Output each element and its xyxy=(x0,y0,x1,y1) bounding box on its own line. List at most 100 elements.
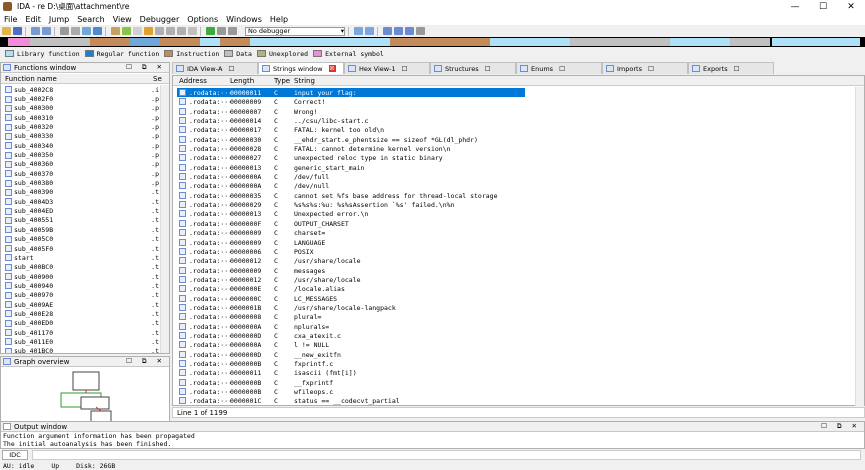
string-row[interactable]: .rodata:··· 0000000A C/dev/full xyxy=(173,172,855,181)
string-row[interactable]: .rodata:··· 00000009 Cmessages xyxy=(173,266,855,275)
menu-windows[interactable]: Windows xyxy=(222,15,266,24)
string-row[interactable]: .rodata:··· 00000027 Cunexpected reloc typ… xyxy=(173,153,855,162)
close-button[interactable]: ✕ xyxy=(837,0,865,13)
function-row[interactable]: sub_4009AE .t xyxy=(1,300,161,309)
tab-ida-view-a[interactable]: IDA View-A ☐ xyxy=(172,62,258,74)
find-icon[interactable] xyxy=(71,27,80,35)
string-row[interactable]: .rodata:··· 00000006 C POSIX xyxy=(173,247,855,256)
strings-scrollbar[interactable] xyxy=(855,87,864,406)
string-row[interactable]: .rodata:··· 00000035 Ccannot set %fs base … xyxy=(173,191,855,200)
functions-scrollbar[interactable] xyxy=(160,85,169,353)
function-row[interactable]: sub_4005C0 .t xyxy=(1,235,161,244)
code-icon[interactable] xyxy=(111,27,120,35)
function-row[interactable]: sub_400940 .t xyxy=(1,281,161,290)
menu-view[interactable]: View xyxy=(109,15,136,24)
pause-icon[interactable] xyxy=(217,27,226,35)
tab-enums[interactable]: Enums ☐ xyxy=(516,62,602,74)
string-row[interactable]: .rodata:··· 00000029 C %s%s%s:%u: %s%sAsser… xyxy=(173,200,855,209)
tab-close-icon[interactable]: ☐ xyxy=(228,65,234,73)
function-row[interactable]: sub_400330 .p xyxy=(1,132,161,141)
function-row[interactable]: sub_400551 .t xyxy=(1,216,161,225)
idc-button[interactable]: IDC xyxy=(2,450,28,460)
function-row[interactable]: sub_4011E0 .t xyxy=(1,337,161,346)
debugger-select[interactable]: No debugger ▾ xyxy=(245,26,345,36)
string-row[interactable]: .rodata:··· 00000011 Cisascii (fmt[i]) xyxy=(173,368,855,377)
functions-header[interactable]: Function name Se xyxy=(1,74,169,84)
tab-close-icon[interactable]: ☐ xyxy=(648,65,654,73)
function-row[interactable]: sub_4002C8 .i xyxy=(1,85,161,94)
run-icon[interactable] xyxy=(206,27,215,35)
graph-overview-canvas[interactable] xyxy=(1,367,169,424)
col-type[interactable]: Type xyxy=(274,77,290,85)
string-row[interactable]: .rodata:··· 00000017 C FATAL: kernel too ol… xyxy=(173,125,855,134)
strings-header[interactable]: Address Length Type String xyxy=(173,76,864,86)
menu-debugger[interactable]: Debugger xyxy=(136,15,184,24)
tab-imports[interactable]: Imports ☐ xyxy=(602,62,688,74)
string-row[interactable]: .rodata:··· 00000011 Cinput your flag: xyxy=(173,88,855,98)
string-row[interactable]: .rodata:··· 00000009 C Correct! xyxy=(173,97,855,106)
forward-icon[interactable] xyxy=(42,27,51,35)
col-function-name[interactable]: Function name xyxy=(5,75,57,83)
string-row[interactable]: .rodata:··· 00000028 C FATAL: cannot determ… xyxy=(173,144,855,153)
function-row[interactable]: sub_400310 .p xyxy=(1,113,161,122)
function-row[interactable]: sub_400BC0 .t xyxy=(1,263,161,272)
function-row[interactable]: sub_400350 .p xyxy=(1,150,161,159)
string-row[interactable]: .rodata:··· 0000000A Cl != NULL xyxy=(173,340,855,349)
function-row[interactable]: sub_400E28 .t xyxy=(1,309,161,318)
undefine-icon[interactable] xyxy=(133,27,142,35)
menu-options[interactable]: Options xyxy=(183,15,222,24)
binary-search-icon[interactable] xyxy=(93,27,102,35)
col-string[interactable]: String xyxy=(294,77,315,85)
function-row[interactable]: sub_40059B .t xyxy=(1,225,161,234)
tab-structures[interactable]: Structures ☐ xyxy=(430,62,516,74)
pane-buttons[interactable]: ☐ ⧉ ✕ xyxy=(821,422,861,431)
function-row[interactable]: sub_400900 .t xyxy=(1,272,161,281)
function-row[interactable]: sub_400300 .p xyxy=(1,104,161,113)
string-row[interactable]: .rodata:··· 0000000D Ccxa_atexit.c xyxy=(173,331,855,340)
string-row[interactable]: .rodata:··· 00000012 C/usr/share/locale xyxy=(173,275,855,284)
string-row[interactable]: .rodata:··· 00000009 Ccharset= xyxy=(173,228,855,237)
stop-icon[interactable] xyxy=(228,27,237,35)
tab-close-icon[interactable]: ☐ xyxy=(485,65,491,73)
function-row[interactable]: sub_400370 .p xyxy=(1,169,161,178)
string-row[interactable]: .rodata:··· 0000001C Cstatus == __codecvt_… xyxy=(173,396,855,405)
tab-exports[interactable]: Exports ☐ xyxy=(688,62,774,74)
menu-search[interactable]: Search xyxy=(73,15,108,24)
menu-file[interactable]: File xyxy=(0,15,21,24)
string-row[interactable]: .rodata:··· 00000012 C/usr/share/locale xyxy=(173,256,855,265)
function-row[interactable]: sub_4004ED .t xyxy=(1,206,161,215)
function-row[interactable]: start .t xyxy=(1,253,161,262)
string-row[interactable]: .rodata:··· 0000001B C/usr/share/locale-la… xyxy=(173,303,855,312)
graph-icon[interactable] xyxy=(383,27,392,35)
function-row[interactable]: sub_400340 .p xyxy=(1,141,161,150)
open-file-icon[interactable] xyxy=(2,27,11,35)
function-row[interactable]: sub_400320 .p xyxy=(1,122,161,131)
function-row[interactable]: sub_400970 .t xyxy=(1,291,161,300)
navigation-band[interactable] xyxy=(0,37,865,47)
data-icon[interactable] xyxy=(122,27,131,35)
function-icon[interactable] xyxy=(144,27,153,35)
struct-icon[interactable] xyxy=(166,27,175,35)
function-row[interactable]: sub_4005F0 .t xyxy=(1,244,161,253)
tab-strings-window[interactable]: Strings window ☒ xyxy=(258,62,344,74)
function-row[interactable]: sub_400380 .p xyxy=(1,178,161,187)
tab-close-icon[interactable]: ☐ xyxy=(559,65,565,73)
array-icon[interactable] xyxy=(155,27,164,35)
function-row[interactable]: sub_401BC0 .t xyxy=(1,347,161,353)
menu-edit[interactable]: Edit xyxy=(21,15,45,24)
pane-buttons[interactable]: ☐ ⧉ ✕ xyxy=(126,357,166,366)
string-row[interactable]: .rodata:··· 00000014 C ../csu/libc-start.c xyxy=(173,116,855,125)
copy-icon[interactable] xyxy=(60,27,69,35)
string-row[interactable]: .rodata:··· 0000000B Cwfileops.c xyxy=(173,387,855,396)
back-icon[interactable] xyxy=(31,27,40,35)
string-row[interactable]: .rodata:··· 0000000A C/dev/null xyxy=(173,181,855,190)
text-search-icon[interactable] xyxy=(82,27,91,35)
tracing-icon[interactable] xyxy=(365,27,374,35)
string-row[interactable]: .rodata:··· 00000030 C __ehdr_start.e_phent… xyxy=(173,135,855,144)
menu-help[interactable]: Help xyxy=(266,15,292,24)
function-row[interactable]: sub_400360 .p xyxy=(1,160,161,169)
enum-icon[interactable] xyxy=(177,27,186,35)
tab-close-icon[interactable]: ☐ xyxy=(734,65,740,73)
menu-jump[interactable]: Jump xyxy=(45,15,73,24)
function-row[interactable]: sub_400390 .t xyxy=(1,188,161,197)
